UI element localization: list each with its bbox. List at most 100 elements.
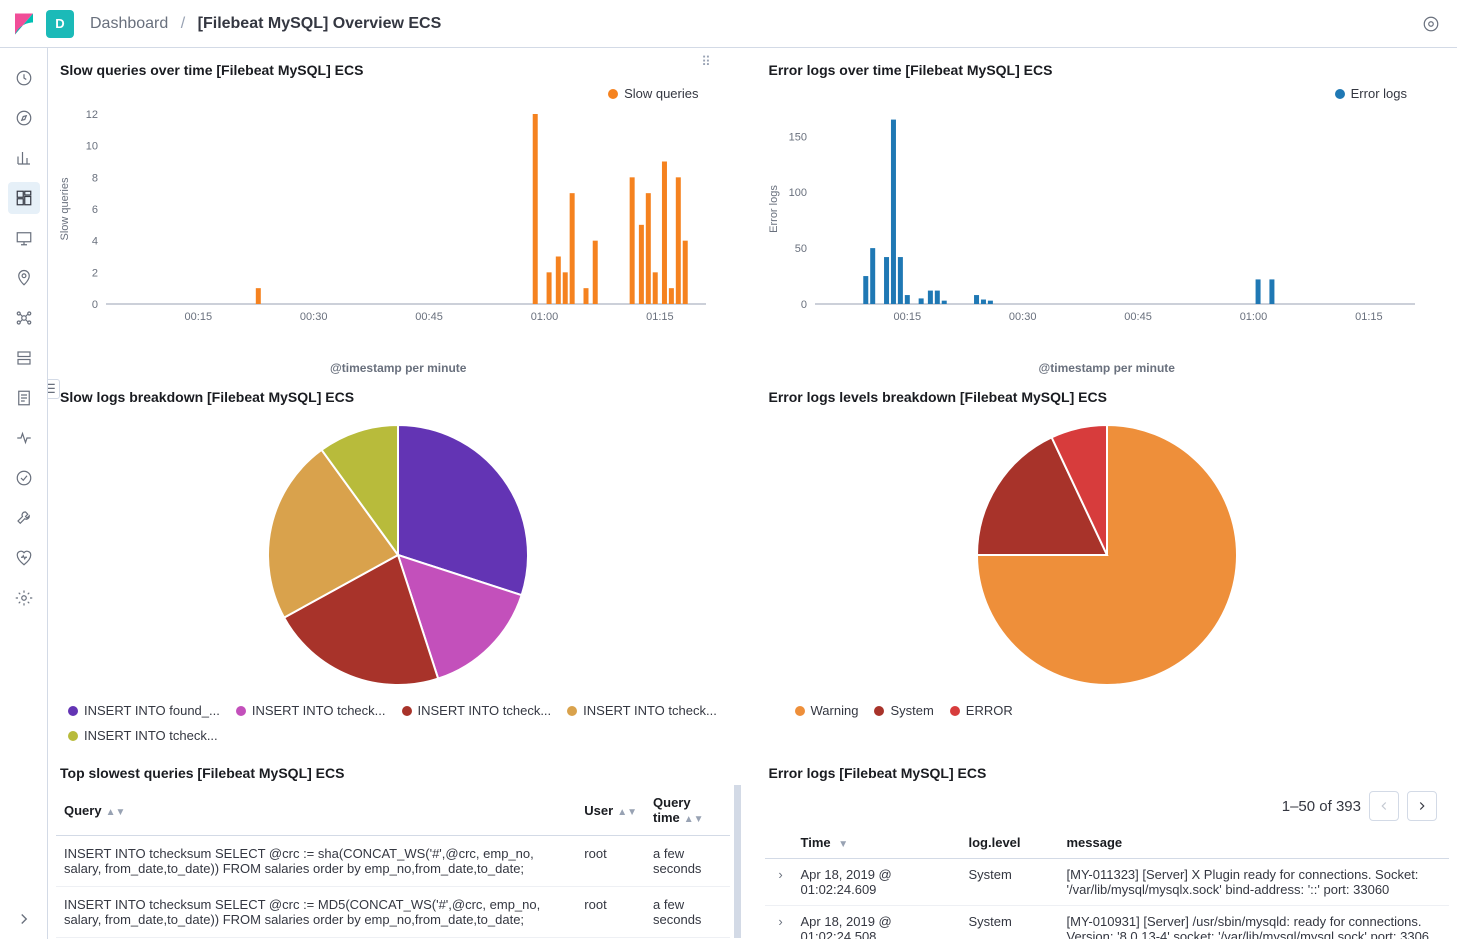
nav-recent-icon[interactable]	[8, 62, 40, 94]
legend-label: INSERT INTO tcheck...	[583, 703, 717, 718]
legend-item[interactable]: INSERT INTO tcheck...	[236, 703, 386, 718]
svg-text:01:15: 01:15	[1355, 311, 1383, 323]
panel-title: Error logs [Filebeat MySQL] ECS	[769, 765, 1450, 781]
nav-uptime-icon[interactable]	[8, 462, 40, 494]
pager-next-button[interactable]	[1407, 791, 1437, 821]
legend-label: INSERT INTO tcheck...	[418, 703, 552, 718]
nav-devtools-icon[interactable]	[8, 502, 40, 534]
panel-legend-toggle-icon[interactable]: ☰	[48, 379, 60, 399]
legend-swatch-icon	[68, 706, 78, 716]
leftrail	[0, 48, 48, 939]
legend-item[interactable]: System	[874, 703, 933, 718]
nav-logs-icon[interactable]	[8, 382, 40, 414]
cell-user: root	[576, 836, 645, 887]
legend-label: INSERT INTO tcheck...	[84, 728, 218, 743]
legend-swatch-icon	[236, 706, 246, 716]
legend-label: Slow queries	[624, 86, 698, 101]
svg-text:00:30: 00:30	[1008, 311, 1036, 323]
svg-text:01:00: 01:00	[531, 311, 559, 323]
log-row[interactable]: › Apr 18, 2019 @ 01:02:24.508 System [MY…	[765, 906, 1450, 939]
legend-item[interactable]: INSERT INTO tcheck...	[68, 728, 218, 743]
breadcrumb-separator: /	[181, 15, 185, 32]
cell-message: [MY-011323] [Server] X Plugin ready for …	[1067, 867, 1446, 897]
column-header-user[interactable]: User▲▼	[576, 785, 645, 836]
column-header-time[interactable]: Query time▲▼	[645, 785, 729, 836]
expand-icon[interactable]: ›	[769, 914, 793, 929]
main: Slow queries over time [Filebeat MySQL] …	[48, 48, 1457, 939]
svg-text:0: 0	[92, 299, 98, 311]
column-header-time[interactable]: Time ▼	[801, 835, 961, 850]
svg-text:Error logs: Error logs	[768, 185, 780, 233]
panel-top-slowest: Top slowest queries [Filebeat MySQL] ECS…	[56, 759, 741, 939]
sort-indicator-icon: ▲▼	[617, 807, 637, 818]
cell-query: INSERT INTO tchecksum SELECT @crc := sha…	[56, 836, 576, 887]
legend-item[interactable]: Warning	[795, 703, 859, 718]
cell-level: System	[969, 914, 1059, 929]
panel-error-over-time: Error logs over time [Filebeat MySQL] EC…	[765, 56, 1450, 375]
legend-swatch-icon	[567, 706, 577, 716]
nav-management-icon[interactable]	[8, 582, 40, 614]
nav-canvas-icon[interactable]	[8, 222, 40, 254]
panel-drag-icon[interactable]: ⠿	[696, 52, 716, 72]
svg-text:150: 150	[788, 131, 806, 143]
svg-text:00:15: 00:15	[185, 311, 213, 323]
panel-title: Slow queries over time [Filebeat MySQL] …	[60, 62, 741, 78]
svg-text:00:45: 00:45	[1124, 311, 1152, 323]
svg-text:6: 6	[92, 204, 98, 216]
cell-level: System	[969, 867, 1059, 882]
legend-item[interactable]: ERROR	[950, 703, 1013, 718]
cell-time: Apr 18, 2019 @ 01:02:24.609	[801, 867, 961, 897]
legend-item[interactable]: INSERT INTO found_...	[68, 703, 220, 718]
nav-collapse-icon[interactable]	[8, 903, 40, 935]
legend-item[interactable]: INSERT INTO tcheck...	[567, 703, 717, 718]
legend-item[interactable]: Slow queries	[608, 86, 698, 101]
legend-item[interactable]: Error logs	[1335, 86, 1407, 101]
legend-swatch-icon	[795, 706, 805, 716]
nav-apm-icon[interactable]	[8, 422, 40, 454]
column-header-level[interactable]: log.level	[969, 835, 1059, 850]
legend-label: INSERT INTO found_...	[84, 703, 220, 718]
pie-slow-breakdown	[248, 415, 548, 695]
cell-time: a few seconds	[645, 836, 729, 887]
panel-slow-over-time: Slow queries over time [Filebeat MySQL] …	[56, 56, 741, 375]
svg-text:100: 100	[788, 187, 806, 199]
legend-swatch-icon	[402, 706, 412, 716]
pager-prev-button[interactable]	[1369, 791, 1399, 821]
sort-indicator-icon: ▲▼	[106, 807, 126, 818]
app-badge[interactable]: D	[46, 10, 74, 38]
settings-icon[interactable]	[1417, 10, 1445, 38]
panel-title: Slow logs breakdown [Filebeat MySQL] ECS	[60, 389, 741, 405]
svg-text:8: 8	[92, 172, 98, 184]
svg-text:01:00: 01:00	[1239, 311, 1267, 323]
nav-infra-icon[interactable]	[8, 342, 40, 374]
panel-title: Error logs over time [Filebeat MySQL] EC…	[769, 62, 1450, 78]
breadcrumb-root[interactable]: Dashboard	[90, 15, 168, 32]
pie-error-breakdown	[957, 415, 1257, 695]
nav-discover-icon[interactable]	[8, 102, 40, 134]
svg-text:4: 4	[92, 236, 98, 248]
legend-item[interactable]: INSERT INTO tcheck...	[402, 703, 552, 718]
legend-label: Error logs	[1351, 86, 1407, 101]
table-row[interactable]: INSERT INTO tchecksum SELECT @crc := MD5…	[56, 887, 730, 938]
svg-text:01:15: 01:15	[646, 311, 674, 323]
table-row[interactable]: INSERT INTO tchecksum SELECT @crc := sha…	[56, 836, 730, 887]
svg-text:0: 0	[800, 299, 806, 311]
nav-dashboard-icon[interactable]	[8, 182, 40, 214]
cell-time: Apr 18, 2019 @ 01:02:24.508	[801, 914, 961, 939]
chart-error-over-time: 050100150Error logs00:1500:3000:4501:000…	[765, 109, 1450, 359]
table-top-slowest: Query▲▼ User▲▼ Query time▲▼ INSERT INTO …	[56, 785, 730, 938]
nav-monitoring-icon[interactable]	[8, 542, 40, 574]
nav-ml-icon[interactable]	[8, 302, 40, 334]
column-header-query[interactable]: Query▲▼	[56, 785, 576, 836]
kibana-logo-icon	[12, 12, 36, 36]
svg-text:00:15: 00:15	[893, 311, 921, 323]
legend-swatch-icon	[874, 706, 884, 716]
nav-visualize-icon[interactable]	[8, 142, 40, 174]
svg-text:2: 2	[92, 267, 98, 279]
log-row[interactable]: › Apr 18, 2019 @ 01:02:24.609 System [MY…	[765, 859, 1450, 906]
column-header-message[interactable]: message	[1067, 835, 1446, 850]
table-error-logs: Time ▼ log.level message › Apr 18, 2019 …	[765, 827, 1450, 939]
nav-maps-icon[interactable]	[8, 262, 40, 294]
expand-icon[interactable]: ›	[769, 867, 793, 882]
legend: INSERT INTO found_... INSERT INTO tcheck.…	[68, 703, 729, 743]
